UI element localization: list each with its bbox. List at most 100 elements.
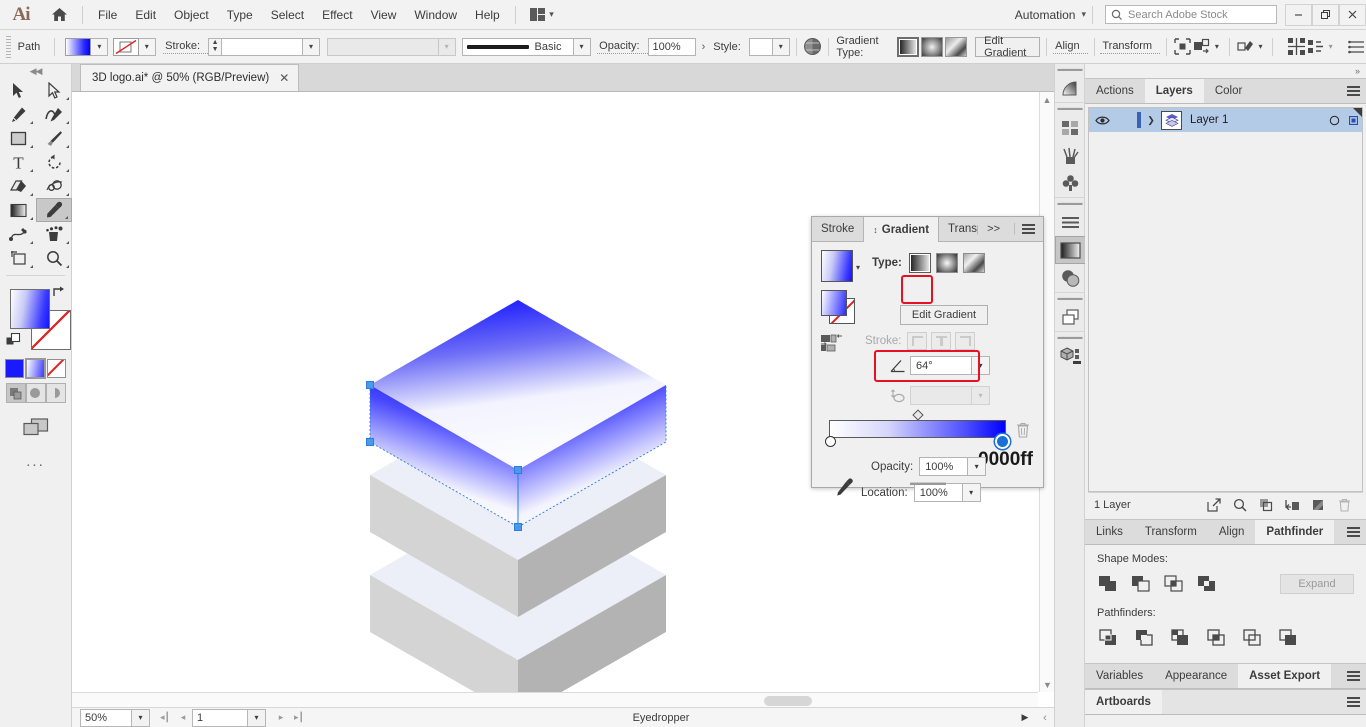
gradient-type-linear-button[interactable] (908, 253, 931, 273)
width-tool[interactable] (36, 174, 72, 198)
layer-row[interactable]: ❯ Layer 1 (1089, 108, 1362, 132)
swatches-icon[interactable] (1055, 113, 1086, 141)
status-expand-icon[interactable]: ▶ (1014, 712, 1036, 723)
gradient-preset-chevron-icon[interactable]: ▾ (856, 263, 860, 272)
draw-inside-button[interactable] (45, 383, 66, 403)
menu-window[interactable]: Window (405, 0, 466, 30)
fill-swatch-large[interactable] (10, 289, 50, 329)
gradient-opacity-input[interactable]: 100% (919, 457, 969, 476)
transform-button[interactable]: Transform (1100, 40, 1161, 54)
brush-definition-field[interactable]: Basic (461, 37, 574, 56)
color-mode-button[interactable] (5, 359, 24, 378)
dock-grip[interactable]: ▬▬▬▬ (1055, 198, 1084, 208)
brush-definition[interactable]: Basic ▾ (461, 37, 591, 56)
gradient-stop-circle-selected[interactable] (997, 436, 1008, 447)
isolate-selected-icon[interactable] (1173, 34, 1192, 60)
locate-object-icon[interactable] (1201, 494, 1227, 516)
menu-view[interactable]: View (362, 0, 406, 30)
bottom-panel-menu-icon[interactable] (1340, 664, 1366, 688)
draw-normal-button[interactable] (5, 383, 26, 403)
tab-transform[interactable]: Transform (1134, 520, 1208, 544)
shape-builder-tool[interactable] (0, 174, 36, 198)
status-collapse-icon[interactable]: ‹ (1036, 712, 1054, 724)
scroll-down-icon[interactable]: ▼ (1040, 677, 1055, 692)
create-new-layer-icon[interactable] (1305, 494, 1331, 516)
recolor-artwork-icon[interactable] (802, 34, 821, 60)
tab-actions[interactable]: Actions (1085, 79, 1145, 103)
default-fill-stroke-icon[interactable] (6, 333, 21, 348)
curvature-tool[interactable] (36, 102, 72, 126)
opacity-input[interactable]: 100% (647, 37, 696, 56)
artboard-tool[interactable] (0, 246, 36, 270)
stroke-weight-stepper[interactable]: ▲ ▼ (208, 37, 222, 56)
gradient-stop-circle[interactable] (825, 436, 836, 447)
rectangle-tool[interactable] (0, 126, 36, 150)
gradient-type-radial-button[interactable] (935, 253, 958, 273)
control-bar-grip[interactable] (4, 35, 11, 58)
swap-fill-stroke-icon[interactable] (52, 285, 66, 299)
last-artboard-icon[interactable]: ▸┃ (290, 709, 308, 727)
stroke-weight-chevron-icon[interactable]: ▾ (303, 37, 321, 56)
paragraph-styles-icon[interactable] (1055, 208, 1086, 236)
gradient-type-freeform-button[interactable] (962, 253, 985, 273)
find-icon[interactable] (1227, 494, 1253, 516)
tab-color[interactable]: Color (1204, 79, 1253, 103)
minus-back-icon[interactable] (1277, 627, 1299, 649)
opacity-label[interactable]: Opacity: (597, 40, 648, 54)
graphic-style-control[interactable]: ▾ (748, 37, 790, 56)
draw-chevron-icon[interactable]: ▾ (1255, 42, 1267, 51)
menu-object[interactable]: Object (165, 0, 218, 30)
outline-icon[interactable] (1241, 627, 1263, 649)
menu-file[interactable]: File (89, 0, 126, 30)
gradient-type-radial-button[interactable] (921, 36, 944, 57)
opacity-expand-icon[interactable]: › (696, 41, 711, 53)
rotate-tool[interactable] (36, 150, 72, 174)
tab-gradient[interactable]: ↕ Gradient (863, 217, 940, 242)
eye-icon[interactable] (1089, 115, 1115, 126)
canvas-horizontal-scrollbar[interactable] (72, 692, 1038, 707)
gradient-panel-resize-grip[interactable]: ▬▬▬▬▬ (812, 478, 1043, 487)
style-chevron-icon[interactable]: ▾ (772, 37, 790, 56)
next-artboard-icon[interactable]: ▸ (272, 709, 290, 727)
dock-grip[interactable]: ▬▬▬▬ (1055, 293, 1084, 303)
zoom-level-input[interactable]: 50% (80, 708, 132, 727)
stroke-dropdown-chevron-icon[interactable]: ▾ (138, 37, 156, 56)
artboard-number-input[interactable]: 1 (192, 708, 248, 727)
make-clipping-mask-icon[interactable] (1253, 494, 1279, 516)
gradient-mode-button[interactable] (25, 358, 46, 379)
delete-selection-icon[interactable] (1331, 494, 1357, 516)
delete-gradient-stop-button[interactable] (1016, 422, 1030, 438)
fill-gradient-swatch[interactable] (65, 37, 92, 56)
gradient-fill-box[interactable] (821, 290, 847, 316)
menu-help[interactable]: Help (466, 0, 509, 30)
crop-icon[interactable] (1205, 627, 1227, 649)
workspace-switcher[interactable]: ▾ (522, 0, 562, 30)
type-tool[interactable]: T (0, 150, 36, 174)
chevron-down-icon[interactable]: ▾ (1081, 9, 1086, 20)
gradient-panel-icon[interactable] (1055, 236, 1086, 264)
scroll-up-icon[interactable]: ▲ (1040, 92, 1054, 107)
tab-appearance[interactable]: Appearance (1154, 664, 1238, 688)
current-tool-status[interactable]: Eyedropper (308, 712, 1014, 724)
collapse-panels-button[interactable]: » (1085, 64, 1366, 78)
gradient-fill-stroke-toggle[interactable] (821, 290, 855, 324)
chevron-right-icon[interactable]: ❯ (1141, 115, 1161, 126)
layer-name[interactable]: Layer 1 (1182, 114, 1324, 126)
blend-tool[interactable] (0, 222, 36, 246)
edit-gradient-button[interactable]: Edit Gradient (900, 305, 988, 325)
gradient-angle-input[interactable]: 64° (910, 356, 972, 375)
restore-button[interactable] (1312, 3, 1339, 26)
menu-effect[interactable]: Effect (313, 0, 361, 30)
intersect-icon[interactable] (1163, 573, 1185, 595)
gradient-mesh-icon[interactable] (1055, 74, 1086, 102)
trim-icon[interactable] (1133, 627, 1155, 649)
zoom-chevron-icon[interactable]: ▾ (132, 708, 150, 727)
stroke-weight-input[interactable] (221, 37, 304, 56)
dock-grip[interactable]: ▬▬▬▬ (1055, 103, 1084, 113)
artboards-panel-menu-icon[interactable] (1340, 690, 1366, 714)
home-icon[interactable] (42, 0, 76, 30)
fill-control[interactable]: ▾ (65, 37, 109, 56)
brush-chevron-icon[interactable]: ▾ (573, 37, 591, 56)
gradient-slider[interactable] (825, 409, 1008, 447)
tab-asset-export[interactable]: Asset Export (1238, 664, 1332, 688)
